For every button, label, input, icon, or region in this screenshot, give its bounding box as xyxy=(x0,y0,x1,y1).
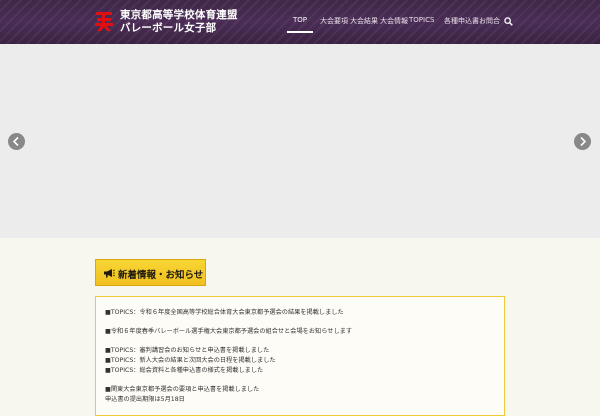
notice-item[interactable]: ■TOPICS：新人大会の結果と次回大会の日程を掲載しました xyxy=(105,355,276,364)
slider-prev-button[interactable] xyxy=(8,133,25,150)
nav-item-forms[interactable]: 各種申込書 xyxy=(444,16,479,26)
nav-item-guidelines[interactable]: 大会要項 xyxy=(320,16,348,26)
notice-item[interactable]: ■令和６年度春季バレーボール選手権大会東京都予選会の組合せと会場をお知らせします xyxy=(105,326,352,335)
site-header: 東京都高等学校体育連盟 バレーボール女子部 TOP 大会要項 大会結果 大会情報… xyxy=(0,0,600,44)
nav-item-results[interactable]: 大会結果 xyxy=(350,16,378,26)
site-logo-text[interactable]: 東京都高等学校体育連盟 バレーボール女子部 xyxy=(120,9,238,35)
nav-item-info[interactable]: 大会情報 xyxy=(380,16,408,26)
notice-item[interactable]: ■関東大会東京都予選会の要項と申込書を掲載しました xyxy=(105,384,259,393)
notice-item[interactable]: ■TOPICS：総会資料と各種申込書の様式を掲載しました xyxy=(105,365,263,374)
search-icon[interactable] xyxy=(504,17,513,26)
logo-line-1: 東京都高等学校体育連盟 xyxy=(120,9,238,21)
chevron-left-icon xyxy=(12,136,19,147)
nav-item-top[interactable]: TOP xyxy=(293,16,307,24)
news-heading-box: 新着情報・お知らせ xyxy=(95,259,206,286)
nav-item-topics[interactable]: TOPICS xyxy=(409,16,434,24)
slider-next-button[interactable] xyxy=(574,133,591,150)
megaphone-icon xyxy=(104,269,115,278)
logo-line-2: バレーボール女子部 xyxy=(120,22,217,34)
notice-item[interactable]: ■TOPICS：令和６年度全国高等学校総合体育大会東京都予選会の結果を掲載しまし… xyxy=(105,307,344,316)
notice-item: 申込書の提出期限は5月18日 xyxy=(105,396,185,403)
notice-list: ■TOPICS：令和６年度全国高等学校総合体育大会東京都予選会の結果を掲載しまし… xyxy=(95,296,505,416)
logo-icon[interactable] xyxy=(92,9,116,33)
hero-slider xyxy=(0,44,600,238)
nav-item-contact[interactable]: お問合 xyxy=(479,16,500,26)
nav-active-indicator xyxy=(287,31,313,33)
notice-item[interactable]: ■TOPICS：審判講習会のお知らせと申込書を掲載しました xyxy=(105,345,269,354)
chevron-right-icon xyxy=(580,136,587,147)
news-heading-title: 新着情報・お知らせ xyxy=(118,270,204,281)
